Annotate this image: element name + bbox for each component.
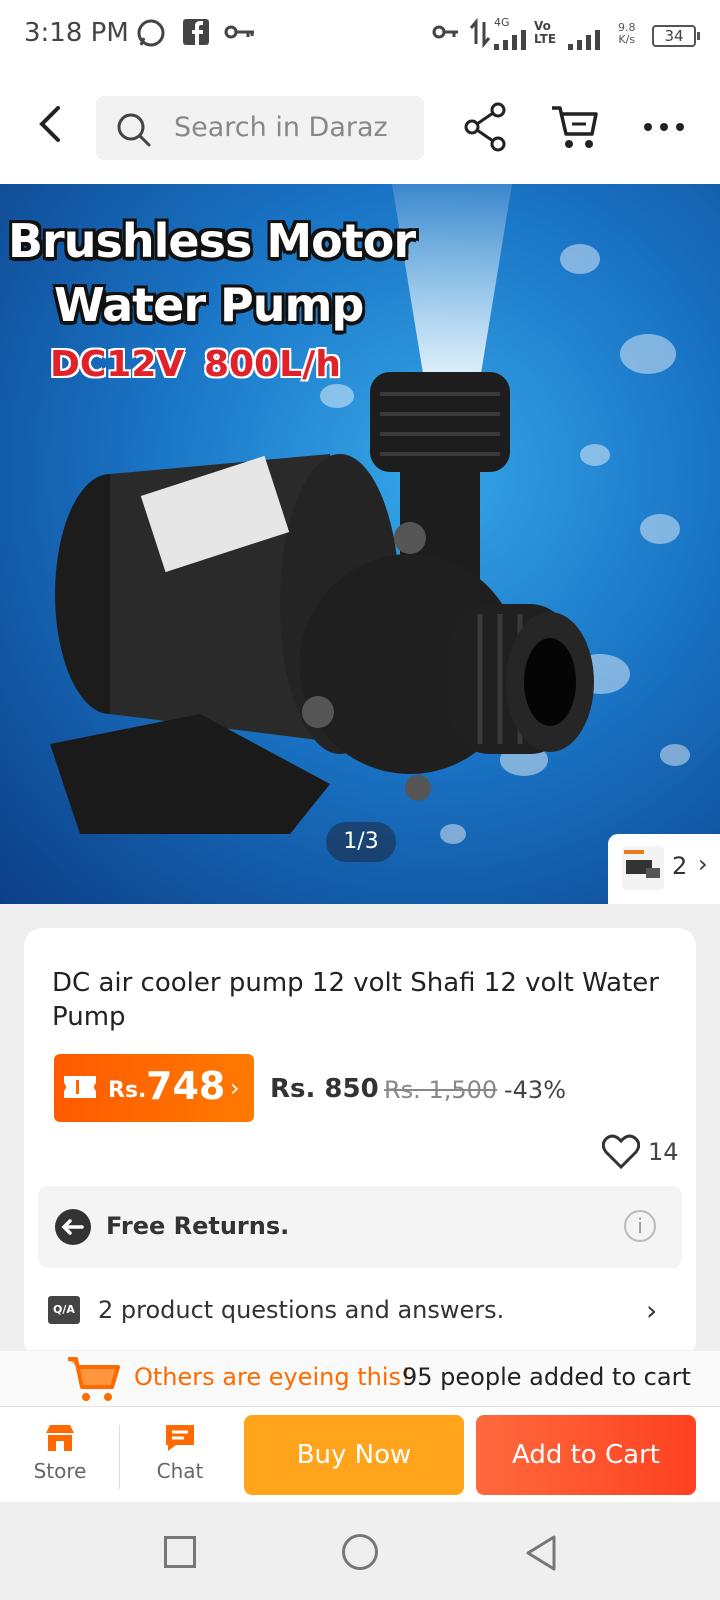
free-returns-label: Free Returns.: [106, 1212, 290, 1240]
product-title: DC air cooler pump 12 volt Shafi 12 volt…: [52, 968, 659, 1032]
flash-price-amount: 748: [146, 1064, 226, 1108]
variant-thumbnail-tile[interactable]: 2 ›: [608, 834, 720, 904]
signal-icon-2: [568, 28, 602, 56]
more-options-button[interactable]: [640, 112, 690, 142]
cart-icon: [552, 106, 598, 148]
network-speed: 9.8 K/s: [618, 22, 636, 46]
system-back-button[interactable]: [524, 1534, 558, 1572]
more-icon: [644, 123, 684, 131]
original-price: Rs. 1,500: [384, 1076, 498, 1104]
hero-title-line-2: Water Pump: [54, 278, 364, 332]
discount-percent: -43%: [504, 1076, 567, 1104]
chat-button[interactable]: Chat: [140, 1417, 220, 1493]
flash-price-badge[interactable]: Rs. 748 ›: [54, 1054, 254, 1122]
add-to-cart-button[interactable]: Add to Cart: [476, 1415, 696, 1495]
pump-illustration: [50, 372, 594, 834]
data-transfer-icon: [468, 17, 492, 54]
vpn-key-icon: [432, 18, 460, 52]
returns-icon: [55, 1209, 91, 1245]
back-icon: [39, 106, 60, 142]
bubble: [620, 334, 676, 374]
social-proof-headline: Others are eyeing this!: [134, 1363, 411, 1391]
buy-now-button[interactable]: Buy Now: [244, 1415, 464, 1495]
search-placeholder: Search in Daraz: [174, 112, 388, 143]
questions-answers-label: 2 product questions and answers.: [98, 1296, 505, 1324]
product-image-carousel[interactable]: Brushless Motor Water Pump DC12V 800L/h …: [0, 184, 720, 904]
whatsapp-icon: [136, 18, 166, 54]
app-header: Search in Daraz: [0, 72, 720, 184]
qa-icon: Q/A: [48, 1296, 80, 1324]
share-icon: [464, 102, 506, 152]
variant-thumbnail: [622, 846, 664, 890]
store-button[interactable]: Store: [20, 1417, 100, 1493]
store-label: Store: [33, 1459, 87, 1483]
questions-answers-row[interactable]: Q/A 2 product questions and answers. ›: [48, 1274, 668, 1344]
signal-icon: [494, 28, 528, 56]
chevron-right-icon: ›: [230, 1074, 240, 1102]
home-button[interactable]: [342, 1534, 378, 1570]
hero-spec-flow: 800L/h: [204, 344, 341, 385]
bubble: [560, 244, 600, 274]
image-counter: 1/3: [326, 822, 396, 862]
chat-label: Chat: [156, 1459, 204, 1483]
chat-icon: [166, 1425, 194, 1451]
facebook-icon: [182, 18, 210, 52]
chevron-right-icon: ›: [698, 850, 708, 878]
share-button[interactable]: [464, 102, 508, 152]
search-input[interactable]: Search in Daraz: [96, 96, 424, 160]
heart-icon[interactable]: [602, 1134, 640, 1170]
network-label-volte: Vo LTE: [534, 19, 557, 46]
wishlist-count: 14: [648, 1138, 679, 1166]
product-info-card: DC air cooler pump 12 volt Shafi 12 volt…: [24, 928, 696, 1358]
network-speed-unit: K/s: [618, 33, 636, 46]
hero-title-line-1: Brushless Motor: [8, 214, 416, 268]
free-returns-row[interactable]: Free Returns. i: [38, 1186, 682, 1268]
bubble: [660, 744, 690, 766]
bottom-action-bar: Store Chat Buy Now Add to Cart: [0, 1406, 720, 1502]
variant-count: 2: [672, 852, 688, 880]
key-icon: [224, 18, 256, 52]
current-price: Rs. 850: [270, 1074, 379, 1104]
cart-button[interactable]: [550, 102, 600, 152]
info-icon[interactable]: i: [624, 1210, 656, 1242]
chevron-right-icon: ›: [646, 1294, 658, 1327]
store-icon: [46, 1425, 74, 1451]
divider: [119, 1425, 120, 1489]
back-button[interactable]: [30, 102, 74, 146]
hero-spec-voltage: DC12V: [50, 344, 185, 385]
search-icon: [117, 113, 151, 147]
system-navigation-bar: [0, 1502, 720, 1600]
social-proof-detail: 95 people added to cart: [402, 1363, 691, 1391]
recents-button[interactable]: [164, 1536, 196, 1568]
voucher-icon: [64, 1076, 96, 1098]
status-time: 3:18 PM: [24, 18, 129, 48]
flash-price-currency: Rs.: [108, 1078, 147, 1103]
shopping-cart-icon: [68, 1357, 120, 1401]
status-bar: 3:18 PM 4G Vo LTE 9.8 K/s 34: [0, 0, 720, 72]
battery-indicator: 34: [652, 25, 700, 47]
social-proof-strip: Others are eyeing this! 95 people added …: [0, 1350, 720, 1406]
bubble: [640, 514, 680, 544]
